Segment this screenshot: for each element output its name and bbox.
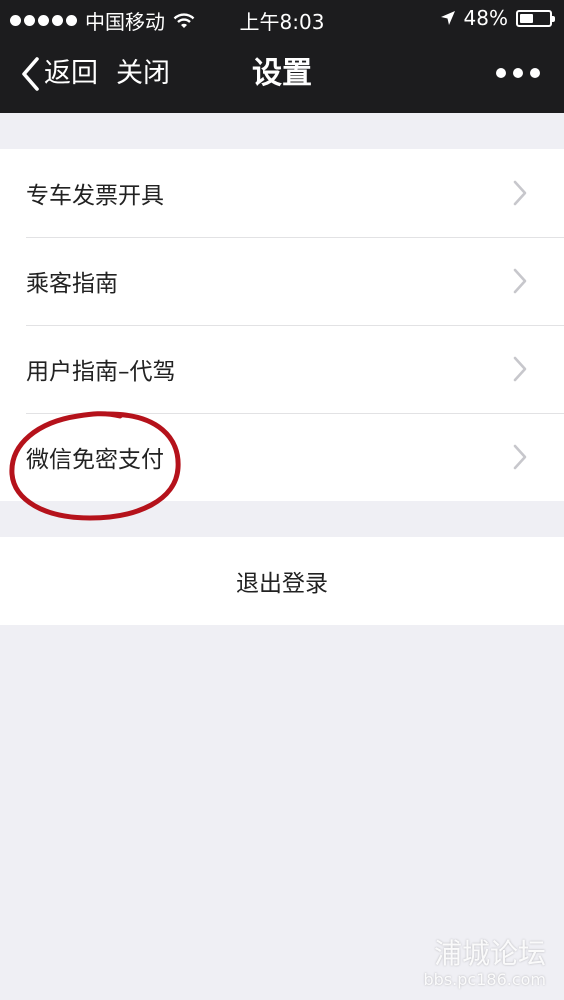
menu-item-invoice[interactable]: 专车发票开具: [0, 149, 564, 237]
chevron-right-icon: [513, 180, 527, 206]
status-right: 48%: [440, 6, 555, 30]
logout-button[interactable]: 退出登录: [0, 537, 564, 625]
watermark: 浦城论坛 bbs.pc186.com: [424, 938, 546, 990]
battery-fill: [520, 13, 534, 23]
menu-item-label: 微信免密支付: [26, 447, 164, 473]
menu-item-label: 专车发票开具: [26, 183, 164, 209]
page-title: 设置: [252, 56, 312, 91]
chevron-right-icon: [513, 268, 527, 294]
menu-item-passenger-guide[interactable]: 乘客指南: [0, 237, 564, 325]
menu-item-label: 乘客指南: [26, 271, 118, 297]
chevron-right-icon: [513, 356, 527, 382]
logout-label: 退出登录: [236, 571, 328, 597]
battery-percent: 48%: [463, 6, 508, 30]
nav-bar: 返回 关闭 设置: [0, 36, 564, 113]
menu-item-wechat-password-free-pay[interactable]: 微信免密支付: [0, 413, 564, 501]
status-bar: 中国移动 上午8:03 48%: [0, 0, 564, 36]
menu-item-user-guide-driver[interactable]: 用户指南–代驾: [0, 325, 564, 413]
location-arrow-icon: [440, 11, 455, 25]
menu-item-label: 用户指南–代驾: [26, 359, 176, 385]
chevron-right-icon: [513, 444, 527, 470]
watermark-title: 浦城论坛: [433, 937, 546, 970]
watermark-url: bbs.pc186.com: [423, 970, 546, 989]
settings-menu: 专车发票开具 乘客指南 用户指南–代驾 微信免密支付: [0, 149, 564, 501]
more-dots-icon[interactable]: [496, 68, 540, 78]
battery-icon: [516, 9, 555, 27]
